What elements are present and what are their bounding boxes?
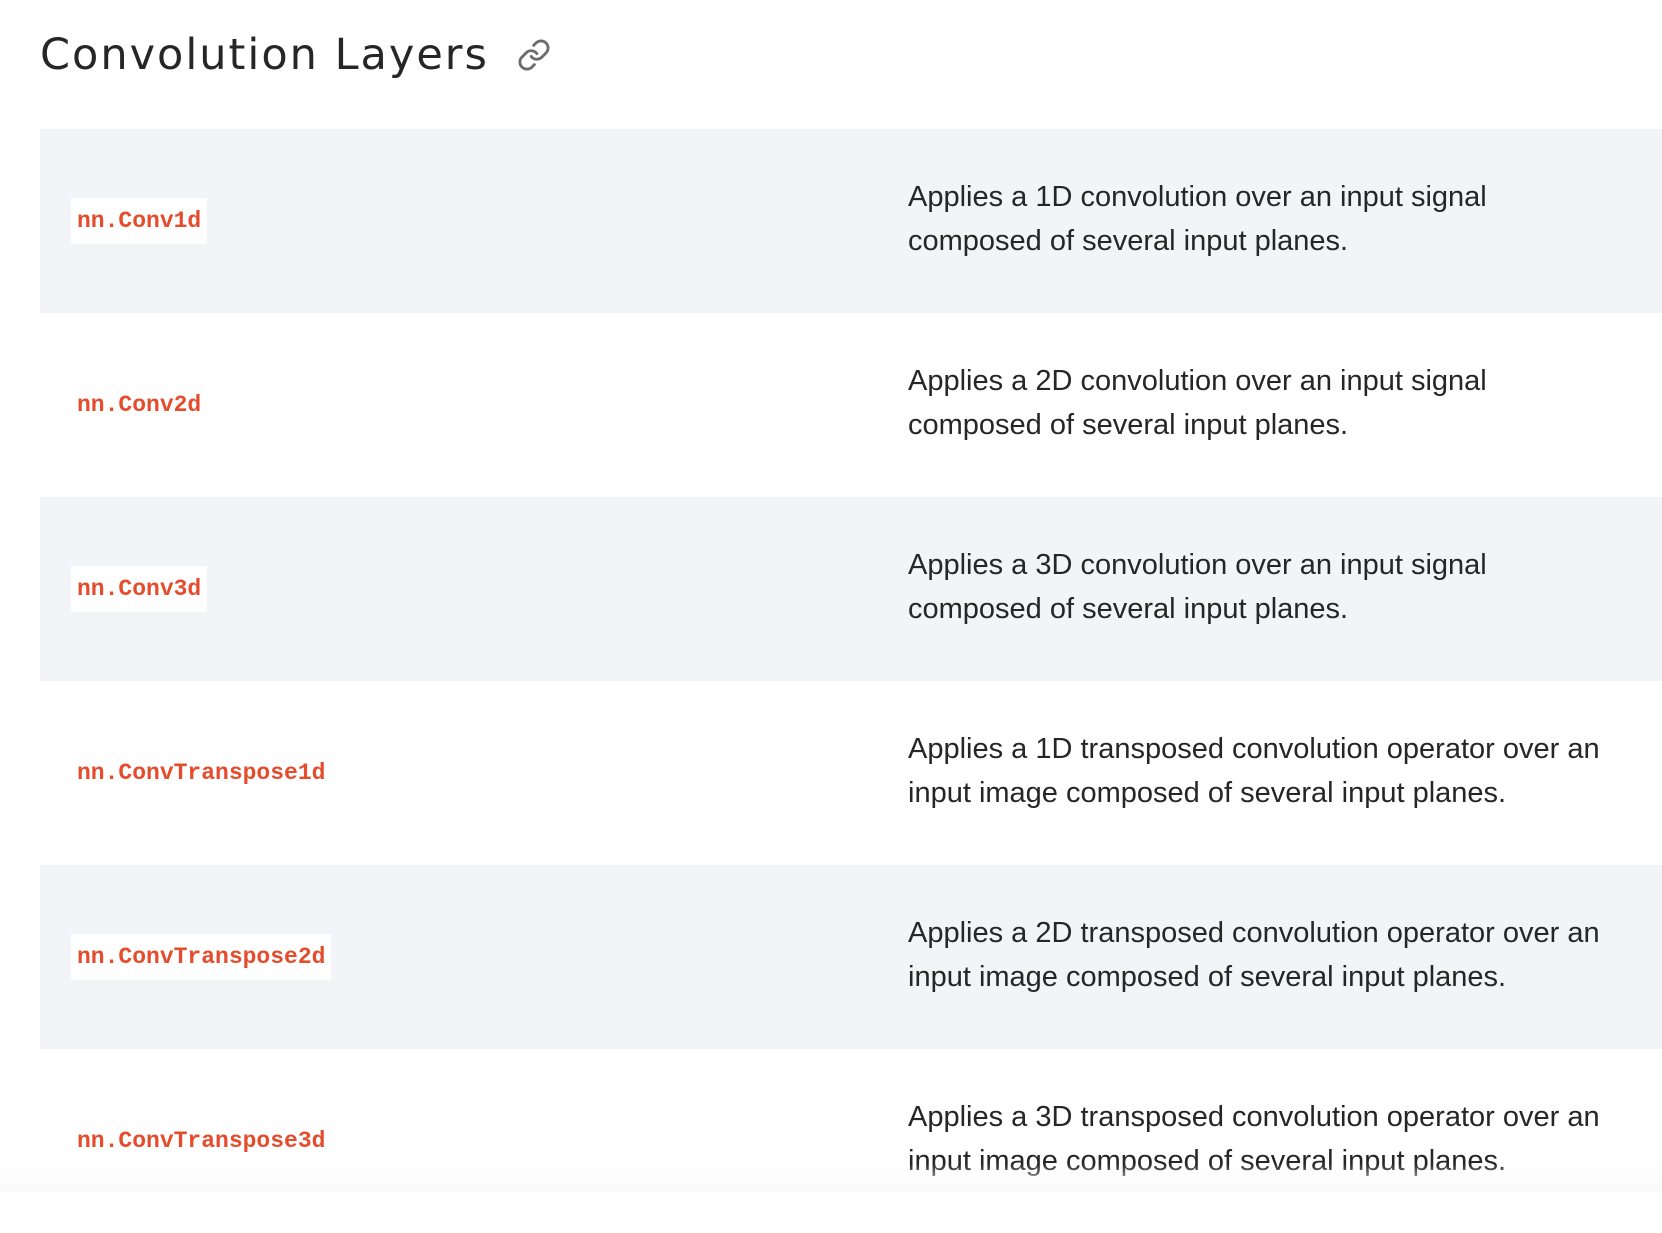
name-cell: nn.ConvTranspose3d — [40, 1049, 908, 1233]
convtranspose1d-link[interactable]: nn.ConvTranspose1d — [71, 750, 331, 796]
conv1d-link[interactable]: nn.Conv1d — [71, 198, 208, 244]
description-cell: Applies a 1D convolution over an input s… — [908, 129, 1662, 313]
table-row: nn.ConvTranspose1d Applies a 1D transpos… — [40, 681, 1662, 865]
name-cell: nn.ConvTranspose2d — [40, 865, 908, 1049]
row-description: Applies a 3D convolution over an input s… — [908, 549, 1487, 625]
row-description: Applies a 1D transposed convolution oper… — [908, 733, 1600, 809]
convolution-layers-table: nn.Conv1d Applies a 1D convolution over … — [40, 129, 1662, 1233]
conv3d-link[interactable]: nn.Conv3d — [71, 566, 208, 612]
table-row: nn.Conv2d Applies a 2D convolution over … — [40, 313, 1662, 497]
section-title: Convolution Layers — [40, 30, 489, 80]
table-row: nn.ConvTranspose2d Applies a 2D transpos… — [40, 865, 1662, 1049]
description-cell: Applies a 1D transposed convolution oper… — [908, 681, 1662, 865]
name-cell: nn.Conv1d — [40, 129, 908, 313]
convtranspose3d-link[interactable]: nn.ConvTranspose3d — [71, 1118, 331, 1164]
row-description: Applies a 3D transposed convolution oper… — [908, 1101, 1600, 1177]
table-row: nn.Conv3d Applies a 3D convolution over … — [40, 497, 1662, 681]
link-icon[interactable] — [515, 36, 553, 74]
section-header: Convolution Layers — [40, 22, 553, 88]
row-description: Applies a 2D transposed convolution oper… — [908, 917, 1600, 993]
name-cell: nn.ConvTranspose1d — [40, 681, 908, 865]
table-row: nn.Conv1d Applies a 1D convolution over … — [40, 129, 1662, 313]
row-description: Applies a 1D convolution over an input s… — [908, 181, 1487, 257]
name-cell: nn.Conv2d — [40, 313, 908, 497]
description-cell: Applies a 3D convolution over an input s… — [908, 497, 1662, 681]
description-cell: Applies a 2D transposed convolution oper… — [908, 865, 1662, 1049]
description-cell: Applies a 2D convolution over an input s… — [908, 313, 1662, 497]
table-row: nn.ConvTranspose3d Applies a 3D transpos… — [40, 1049, 1662, 1233]
conv2d-link[interactable]: nn.Conv2d — [71, 382, 207, 428]
row-description: Applies a 2D convolution over an input s… — [908, 365, 1487, 441]
convtranspose2d-link[interactable]: nn.ConvTranspose2d — [71, 934, 332, 980]
description-cell: Applies a 3D transposed convolution oper… — [908, 1049, 1662, 1233]
name-cell: nn.Conv3d — [40, 497, 908, 681]
